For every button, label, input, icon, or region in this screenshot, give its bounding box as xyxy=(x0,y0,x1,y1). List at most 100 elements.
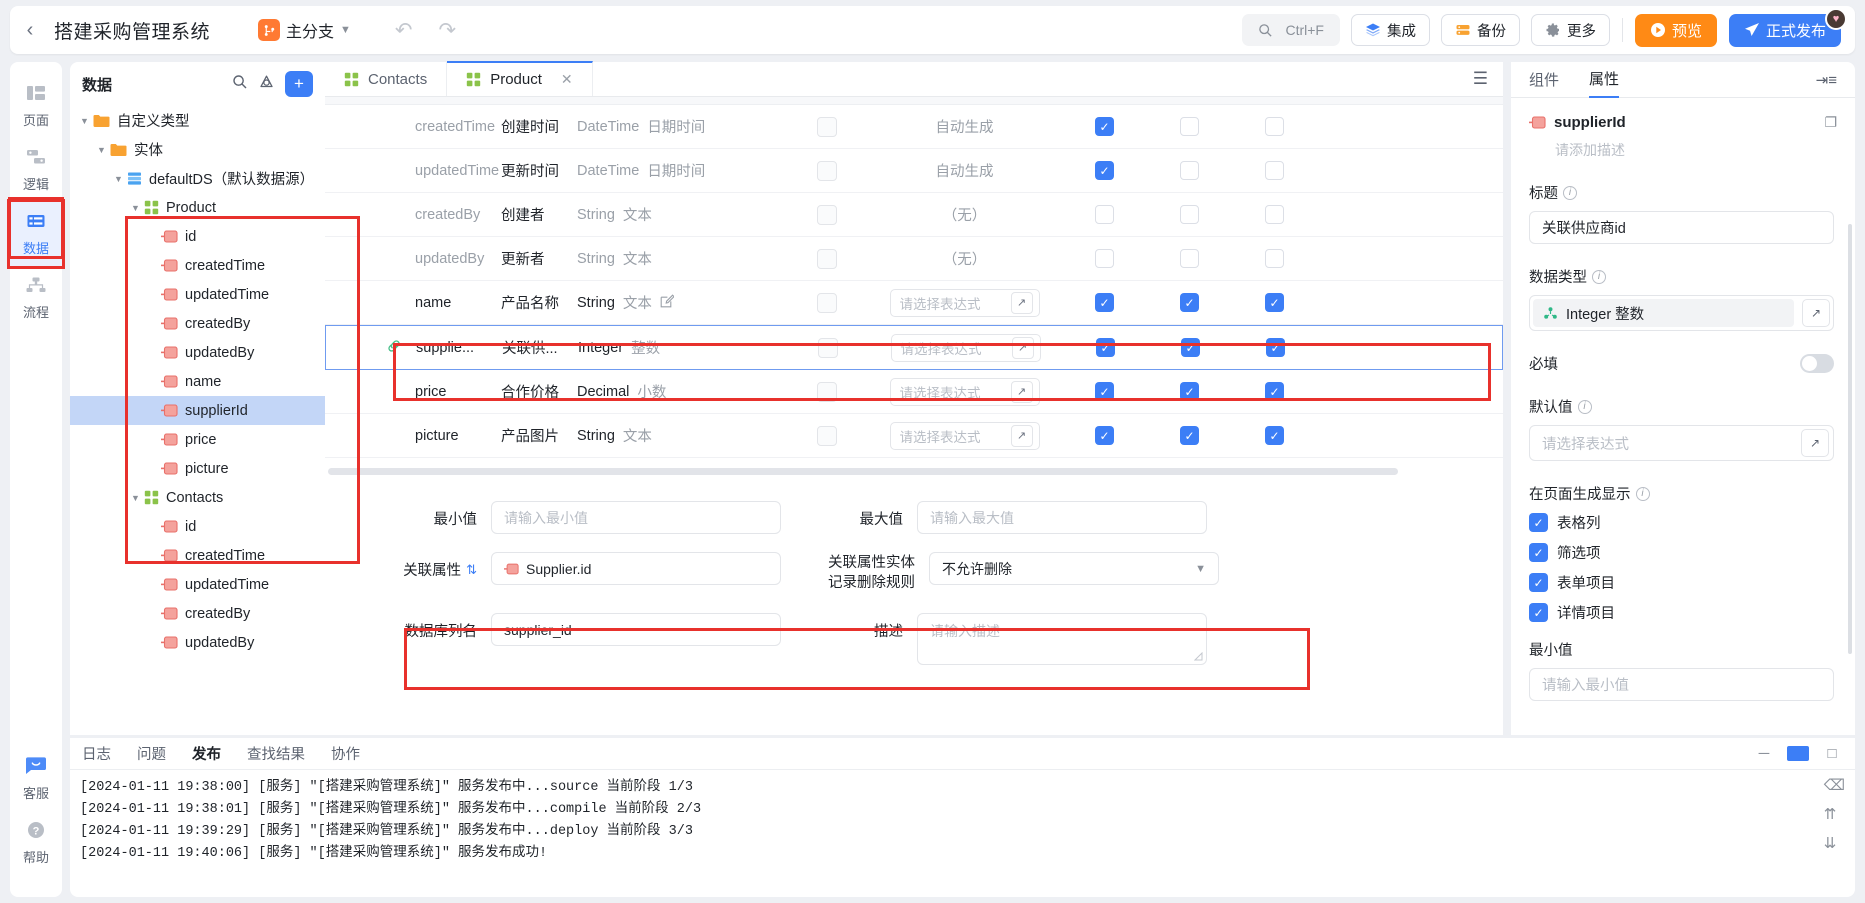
row-checkbox[interactable]: ✓ xyxy=(1095,382,1114,401)
table-row[interactable]: name 产品名称 String 文本 请选择表达式 ↗ ✓ ✓ ✓ xyxy=(325,281,1503,325)
maximize-icon[interactable]: □ xyxy=(1821,745,1843,762)
required-cell[interactable] xyxy=(787,160,867,181)
required-checkbox[interactable] xyxy=(817,116,837,137)
tree-node-defaultDS默认数据源[interactable]: ▼ defaultDS（默认数据源） xyxy=(70,164,325,193)
row-checkbox[interactable]: ✓ xyxy=(1265,293,1284,312)
default-expression-input[interactable]: 请选择表达式 ↗ xyxy=(889,288,1040,317)
right-min-input[interactable]: 请输入最小值 xyxy=(1529,668,1834,701)
tab-product[interactable]: Product ✕ xyxy=(447,61,593,96)
row-checkbox[interactable] xyxy=(1180,117,1199,136)
table-row[interactable]: createdTime 创建时间 DateTime 日期时间 自动生成 ✓ xyxy=(325,105,1503,149)
row-checkbox[interactable] xyxy=(1095,205,1114,224)
tree-node-updatedTime[interactable]: updatedTime xyxy=(70,280,325,309)
tree-node-id[interactable]: id xyxy=(70,222,325,251)
required-toggle[interactable] xyxy=(1800,354,1834,373)
tree-node-Product[interactable]: ▼ Product xyxy=(70,193,325,222)
restore-icon[interactable] xyxy=(1787,746,1809,761)
avatar[interactable]: ♥ xyxy=(1825,8,1847,30)
console-tab-查找结果[interactable]: 查找结果 xyxy=(247,743,305,764)
publish-button[interactable]: 正式发布 ♥ xyxy=(1728,8,1847,47)
rail-item-logic[interactable]: 逻辑 xyxy=(10,138,62,202)
row-checkbox[interactable]: ✓ xyxy=(1180,382,1199,401)
tree-node-updatedBy[interactable]: updatedBy xyxy=(70,338,325,367)
required-checkbox[interactable] xyxy=(817,248,837,269)
row-checkbox[interactable] xyxy=(1095,249,1114,268)
required-checkbox[interactable] xyxy=(817,204,837,225)
redo-icon[interactable]: ↷ xyxy=(439,18,457,43)
row-checkbox[interactable]: ✓ xyxy=(1095,293,1114,312)
datatype-field[interactable]: Integer 整数 ↗ xyxy=(1529,295,1834,331)
required-cell[interactable] xyxy=(787,116,867,137)
table-horizontal-scrollbar[interactable] xyxy=(328,468,1398,475)
preview-button[interactable]: 预览 xyxy=(1634,13,1717,47)
row-checkbox[interactable] xyxy=(1180,249,1199,268)
info-icon[interactable]: i xyxy=(1577,399,1592,414)
minimize-icon[interactable]: ─ xyxy=(1753,745,1775,762)
tree-add-button[interactable]: + xyxy=(285,71,313,97)
display-option[interactable]: ✓ 筛选项 xyxy=(1529,542,1837,563)
integration-button[interactable]: 集成 xyxy=(1350,14,1430,46)
row-checkbox[interactable] xyxy=(1265,205,1284,224)
properties-tab-组件[interactable]: 组件 xyxy=(1529,62,1559,98)
properties-tab-属性[interactable]: 属性 xyxy=(1589,62,1620,98)
max-input[interactable]: 请输入最大值 xyxy=(917,501,1207,534)
property-field-desc[interactable]: 请添加描述 xyxy=(1555,140,1837,160)
row-checkbox[interactable]: ✓ xyxy=(1265,382,1284,401)
tab-contacts[interactable]: Contacts xyxy=(325,62,448,96)
default-expression-input[interactable]: 请选择表达式 ↗ xyxy=(1529,425,1834,461)
expand-icon[interactable]: ↗ xyxy=(1011,336,1034,359)
rail-item-data[interactable]: 数据 xyxy=(7,199,65,269)
branch-selector[interactable]: 主分支 ▼ xyxy=(258,18,351,42)
row-checkbox[interactable]: ✓ xyxy=(1096,338,1115,357)
console-tab-协作[interactable]: 协作 xyxy=(331,743,360,764)
rail-item-pages[interactable]: 页面 xyxy=(10,74,62,138)
row-checkbox[interactable]: ✓ xyxy=(1180,293,1199,312)
back-button[interactable]: ‹ xyxy=(10,19,50,42)
row-checkbox[interactable]: ✓ xyxy=(1265,426,1284,445)
info-icon[interactable]: i xyxy=(1635,486,1650,501)
row-checkbox[interactable]: ✓ xyxy=(1180,426,1199,445)
expand-icon[interactable]: ↗ xyxy=(1802,299,1830,327)
console-tab-问题[interactable]: 问题 xyxy=(137,743,166,764)
tree-node-createdTime[interactable]: createdTime xyxy=(70,251,325,280)
tree-node-createdBy[interactable]: createdBy xyxy=(70,309,325,338)
table-row[interactable]: createdBy 创建者 String 文本 （无） xyxy=(325,193,1503,237)
row-checkbox[interactable]: ✓ xyxy=(1266,338,1285,357)
column-input[interactable]: supplier_id xyxy=(491,613,781,647)
rail-item-support[interactable]: 客服 xyxy=(10,747,62,811)
expand-arrow-icon[interactable]: ▼ xyxy=(131,493,144,503)
expand-arrow-icon[interactable]: ▼ xyxy=(114,174,127,184)
option-checkbox[interactable]: ✓ xyxy=(1529,603,1548,622)
expand-arrow-icon[interactable]: ▼ xyxy=(131,203,144,213)
expand-icon[interactable]: ↗ xyxy=(1010,424,1033,447)
required-cell[interactable] xyxy=(787,381,867,402)
option-checkbox[interactable]: ✓ xyxy=(1529,543,1548,562)
required-checkbox[interactable] xyxy=(817,292,837,313)
default-expression-input[interactable]: 请选择表达式 ↗ xyxy=(890,333,1041,362)
search-input[interactable]: Ctrl+F xyxy=(1242,14,1340,46)
tree-node-id[interactable]: id xyxy=(70,512,325,541)
expand-icon[interactable]: ↗ xyxy=(1010,380,1033,403)
info-icon[interactable]: i xyxy=(1592,269,1606,284)
properties-scrollbar[interactable] xyxy=(1848,224,1852,654)
display-option[interactable]: ✓ 详情项目 xyxy=(1529,602,1837,623)
display-option[interactable]: ✓ 表格列 xyxy=(1529,512,1837,533)
backup-button[interactable]: 备份 xyxy=(1440,14,1520,46)
row-checkbox[interactable]: ✓ xyxy=(1181,338,1200,357)
link-swap-icon[interactable]: ⇅ xyxy=(466,562,477,578)
tree-search-icon[interactable] xyxy=(232,74,248,95)
option-checkbox[interactable]: ✓ xyxy=(1529,573,1548,592)
clear-log-icon[interactable]: ⌫ xyxy=(1824,776,1845,794)
table-row[interactable]: picture 产品图片 String 文本 请选择表达式 ↗ ✓ ✓ ✓ xyxy=(325,414,1503,458)
expand-icon[interactable]: ↗ xyxy=(1801,429,1829,457)
relation-input[interactable]: Supplier.id xyxy=(491,552,781,585)
required-cell[interactable] xyxy=(788,337,868,358)
required-checkbox[interactable] xyxy=(817,381,837,402)
tree-node-createdTime[interactable]: createdTime xyxy=(70,541,325,570)
required-cell[interactable] xyxy=(787,248,867,269)
tree-node-Contacts[interactable]: ▼ Contacts xyxy=(70,483,325,512)
copy-icon[interactable]: ❐ xyxy=(1824,114,1837,131)
edit-icon[interactable] xyxy=(660,294,675,311)
row-checkbox[interactable]: ✓ xyxy=(1095,426,1114,445)
row-checkbox[interactable] xyxy=(1265,117,1284,136)
